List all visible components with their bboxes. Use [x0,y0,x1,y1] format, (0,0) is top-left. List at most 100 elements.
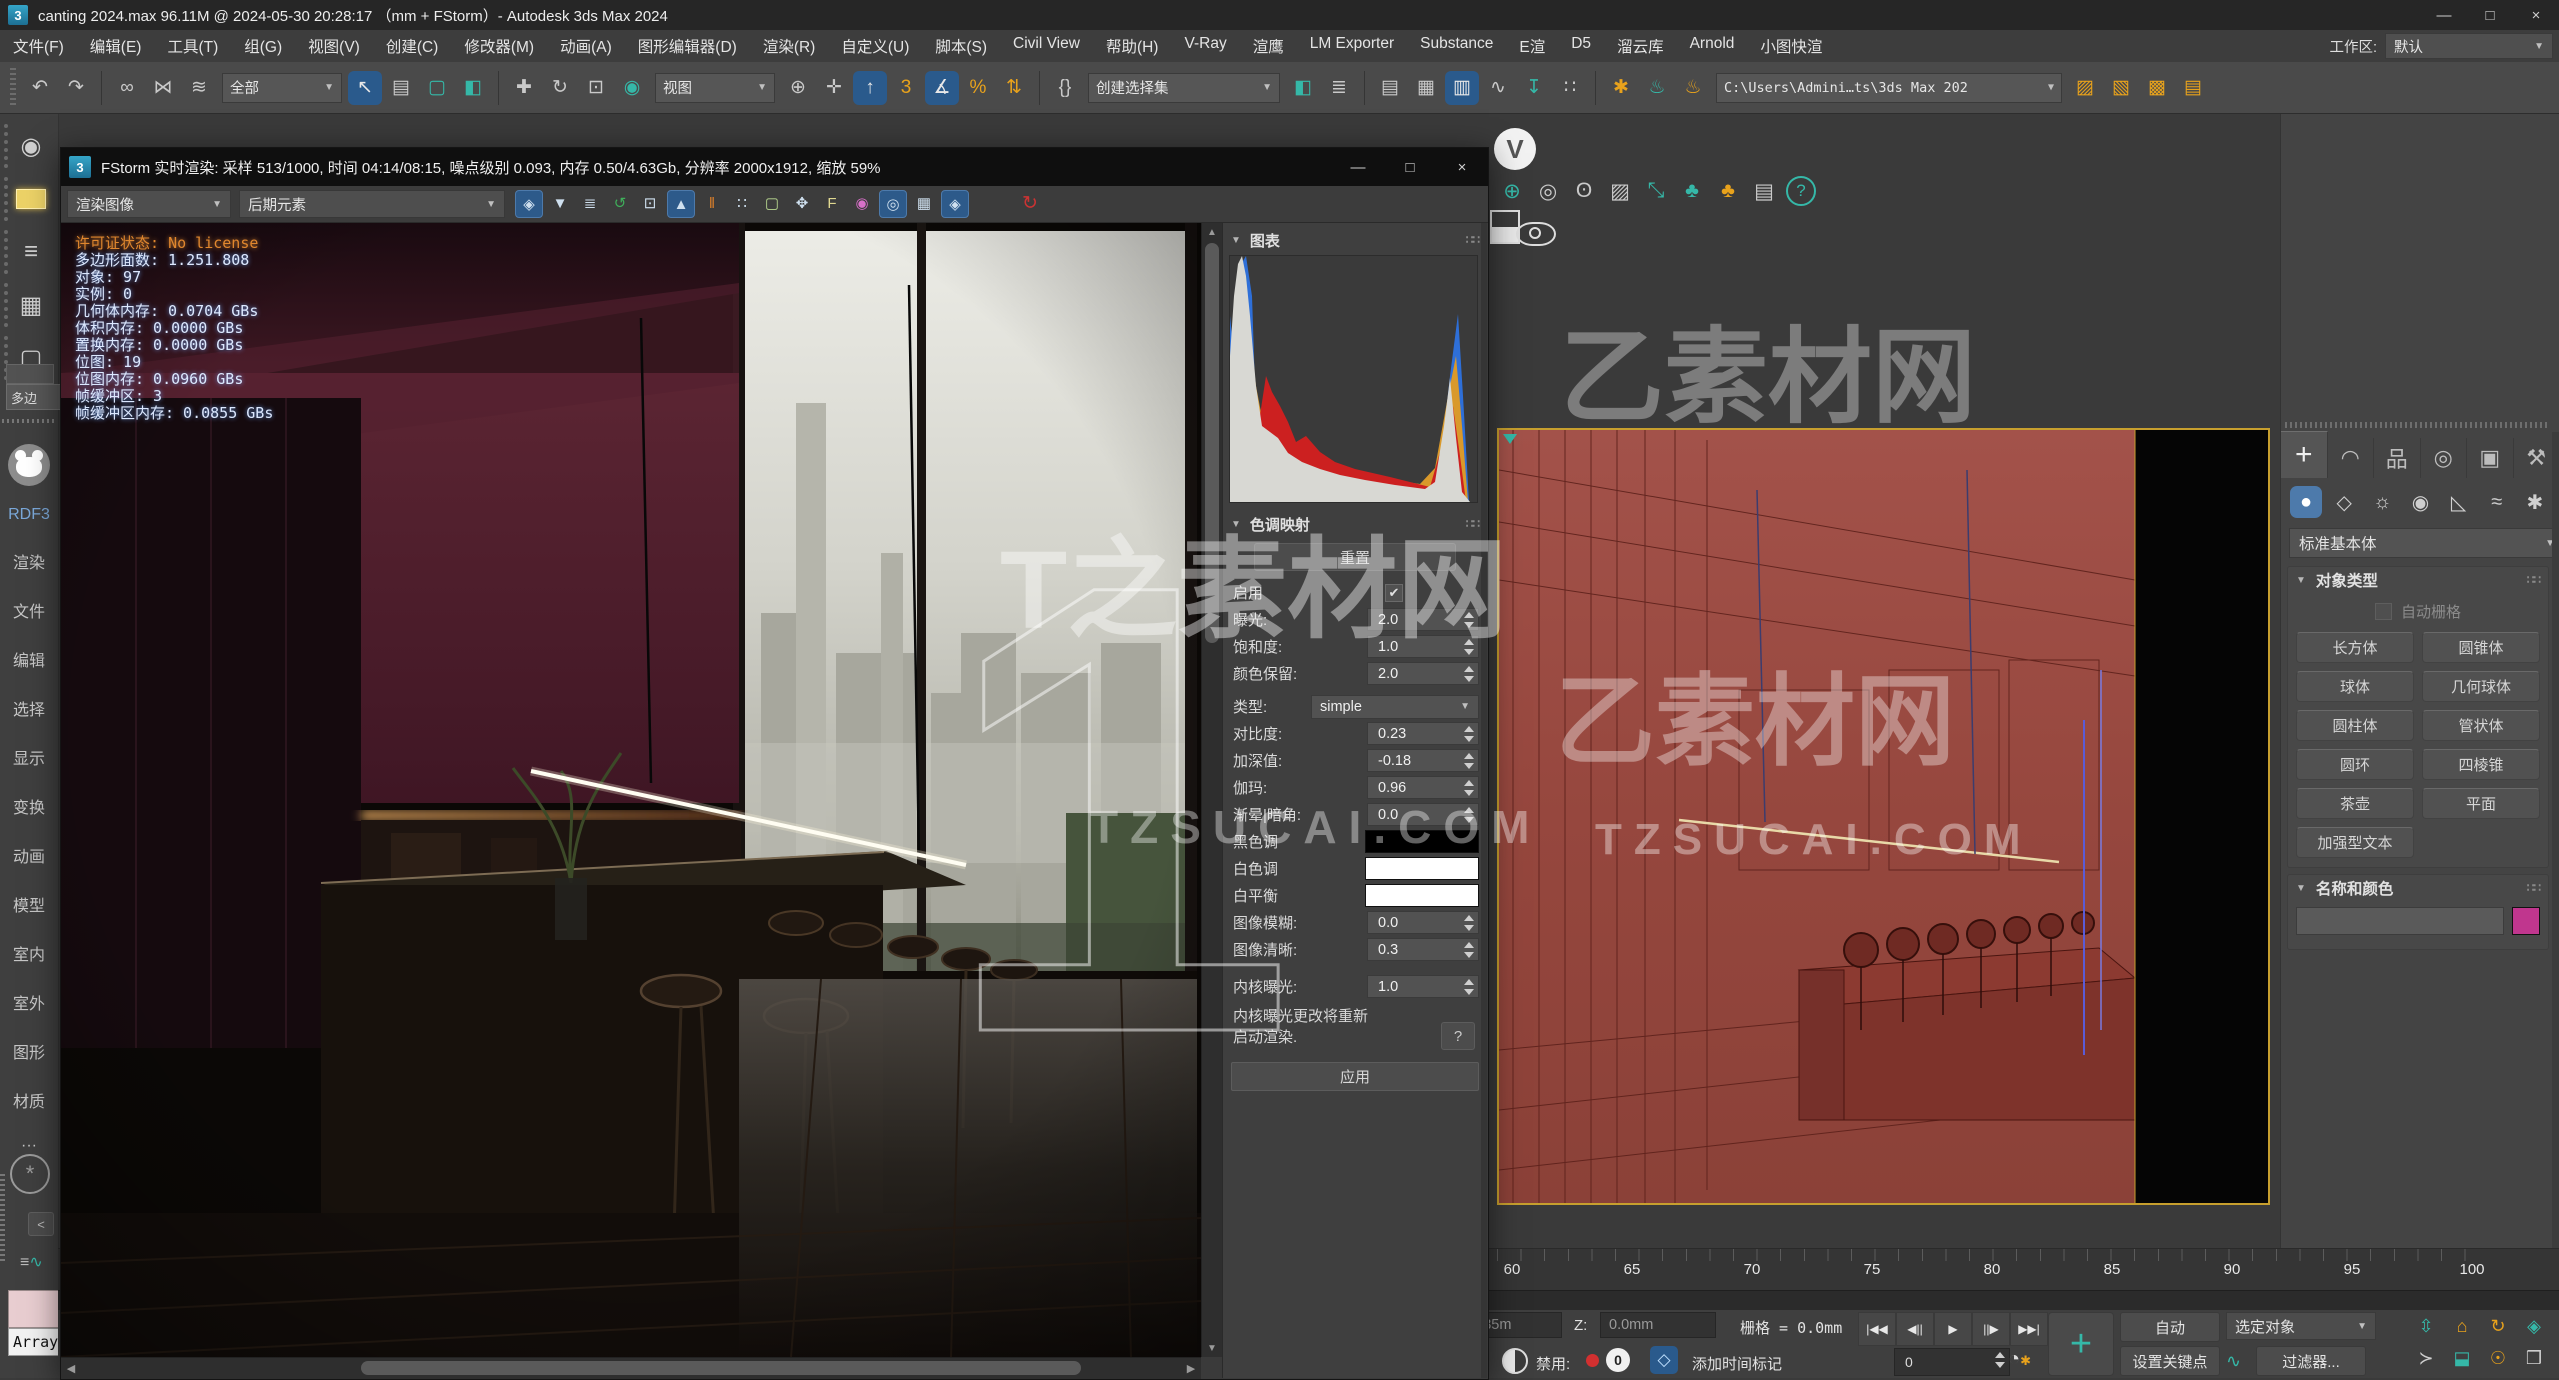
panel-scrollbar[interactable] [2552,432,2559,1252]
pan-icon[interactable]: ⬓ [2445,1342,2479,1374]
play-button[interactable]: ▶ [1934,1312,1972,1346]
undo-icon[interactable]: ↶ [23,71,57,105]
isolate-selection-icon[interactable] [1502,1348,1528,1374]
category-systems-icon[interactable]: ✱ [2519,486,2551,518]
set-key-button[interactable]: 设置关键点 [2120,1346,2220,1376]
maximize-button[interactable]: □ [2467,0,2513,30]
field-of-view-icon[interactable]: ≻ [2409,1342,2443,1374]
menu-item[interactable]: 溜云库 [1604,35,1677,57]
panel-scrollbar[interactable] [1481,223,1487,1378]
spinner-arrows-icon[interactable] [1464,779,1475,797]
scene-explorer-icon[interactable]: ▤ [1373,71,1407,105]
sidebar-item-file[interactable]: 文件 [13,598,45,622]
scroll-right-icon[interactable]: ▶ [1181,1358,1201,1379]
spinner-arrows-icon[interactable] [1464,752,1475,770]
key-filters-curve-icon[interactable]: ∿ [2226,1351,2241,1372]
fstorm-title-bar[interactable]: 3 FStorm 实时渲染: 采样 513/1000, 时间 04:14/08:… [61,148,1488,186]
menu-item[interactable]: 动画(A) [547,35,625,57]
walk-through-icon[interactable]: ☉ [2481,1342,2515,1374]
cube-icon[interactable]: ◇ [1650,1346,1678,1374]
record-dot-icon[interactable] [1586,1354,1599,1367]
image-sharpen-spinner[interactable]: 0.3 [1367,938,1479,961]
white-balance-swatch[interactable] [1365,884,1479,907]
menu-item[interactable]: 修改器(M) [451,35,547,57]
add-time-tag[interactable]: 添加时间标记 [1692,1353,1782,1374]
menu-item[interactable]: 文件(F) [0,35,77,57]
menu-item[interactable]: 组(G) [231,35,295,57]
color-curve-icon[interactable]: ▲ [667,190,695,218]
swatch-half-icon[interactable] [1490,210,1520,244]
post-elements-dropdown[interactable]: 后期元素▼ [239,190,505,218]
material-editor-icon[interactable]: ∷ [1553,71,1587,105]
menu-item[interactable]: E渲 [1506,35,1558,57]
menu-item[interactable]: D5 [1558,35,1604,57]
set-keys-button[interactable]: + [2048,1312,2114,1376]
category-cameras-icon[interactable]: ◉ [2404,486,2436,518]
black-tone-swatch[interactable] [1365,830,1479,853]
menu-item[interactable]: 脚本(S) [922,35,1000,57]
tree-icon[interactable]: ♣ [1675,174,1709,208]
maximize-button[interactable]: □ [1384,148,1436,186]
zoom-extents-icon[interactable]: ⌂ [2445,1310,2479,1342]
save-all-icon[interactable]: ≣ [577,190,603,216]
create-pyramid-button[interactable]: 四棱锥 [2422,749,2540,780]
spinner-arrows-icon[interactable] [1464,638,1475,656]
eye-icon[interactable] [1516,222,1556,246]
white-tone-swatch[interactable] [1365,857,1479,880]
reload-icon[interactable]: ↺ [607,190,633,216]
category-geometry-icon[interactable]: ● [2290,486,2322,518]
poly-flyout[interactable]: 多边 [6,364,62,410]
minimize-button[interactable]: — [1332,148,1384,186]
table-icon[interactable]: ▦ [4,283,54,327]
gear-icon[interactable]: * [10,1154,50,1194]
color-wheel-icon[interactable]: ◉ [849,190,875,216]
zoom-region-icon[interactable]: ◈ [2517,1310,2551,1342]
create-cone-button[interactable]: 圆锥体 [2422,632,2540,663]
lock-exposure-icon[interactable]: ◈ [941,190,969,218]
poly-flyout-top[interactable] [6,364,54,384]
create-torus-button[interactable]: 圆环 [2296,749,2414,780]
sidebar-item-shape[interactable]: 图形 [13,1039,45,1063]
category-shapes-icon[interactable]: ◇ [2328,486,2360,518]
menu-item[interactable]: Civil View [1000,35,1093,57]
previous-frame-button[interactable]: ◀|| [1896,1312,1934,1346]
fit-window-icon[interactable]: ∷ [729,190,755,216]
sidebar-item-display[interactable]: 显示 [13,745,45,769]
close-button[interactable]: × [1436,148,1488,186]
poly-modeling-button[interactable]: 多边 [6,384,62,410]
create-box-button[interactable]: 长方体 [2296,632,2414,663]
menu-item[interactable]: LM Exporter [1297,35,1407,57]
spinner-arrows-icon[interactable] [1464,725,1475,743]
render-setup-icon[interactable]: ✱ [1604,71,1638,105]
schematic-view-icon[interactable]: ↧ [1517,71,1551,105]
layers-icon[interactable]: ≡ [4,230,54,274]
keyboard-override-icon[interactable]: ↑ [853,71,887,105]
render-production-icon[interactable]: ♨ [1676,71,1710,105]
apply-button[interactable]: 应用 [1231,1062,1479,1091]
render-image-dropdown[interactable]: 渲染图像▼ [67,190,231,218]
menu-item[interactable]: Arnold [1677,35,1748,57]
target-select-icon[interactable]: ⊕ [1495,174,1529,208]
mini-curve-icon[interactable]: ≡∿ [20,1252,43,1272]
lock-view-icon[interactable]: ◈ [515,190,543,218]
autogrid-checkbox[interactable] [2375,603,2392,620]
align-icon[interactable]: ≣ [1322,71,1356,105]
named-selection-sets-icon[interactable]: {} [1048,71,1082,105]
spheres-icon[interactable]: ʘ [1567,174,1601,208]
sidebar-item-select[interactable]: 选择 [13,696,45,720]
toolbar-grip[interactable] [10,68,16,108]
panel-grip[interactable] [2285,422,2549,428]
project-path-field[interactable]: C:\Users\Admini…ts\3ds Max 202▼ [1716,73,2062,103]
current-frame-spinner[interactable]: 0 [1894,1348,2010,1376]
unlink-selection-icon[interactable]: ⋈ [146,71,180,105]
workspace-dropdown[interactable]: 默认▼ [2385,33,2553,59]
percent-snap-icon[interactable]: % [961,71,995,105]
object-color-swatch[interactable] [2512,907,2540,935]
frame-icon[interactable]: F [819,190,845,216]
menu-item[interactable]: 图形编辑器(D) [625,35,750,57]
pan-view-icon[interactable]: ✥ [789,190,815,216]
paint-tool-icon[interactable]: ▨ [1603,174,1637,208]
maximize-viewport-icon[interactable]: ❒ [2517,1342,2551,1374]
spinner-arrows-icon[interactable] [1995,1351,2006,1369]
rendered-frame-icon[interactable]: ♨ [1640,71,1674,105]
